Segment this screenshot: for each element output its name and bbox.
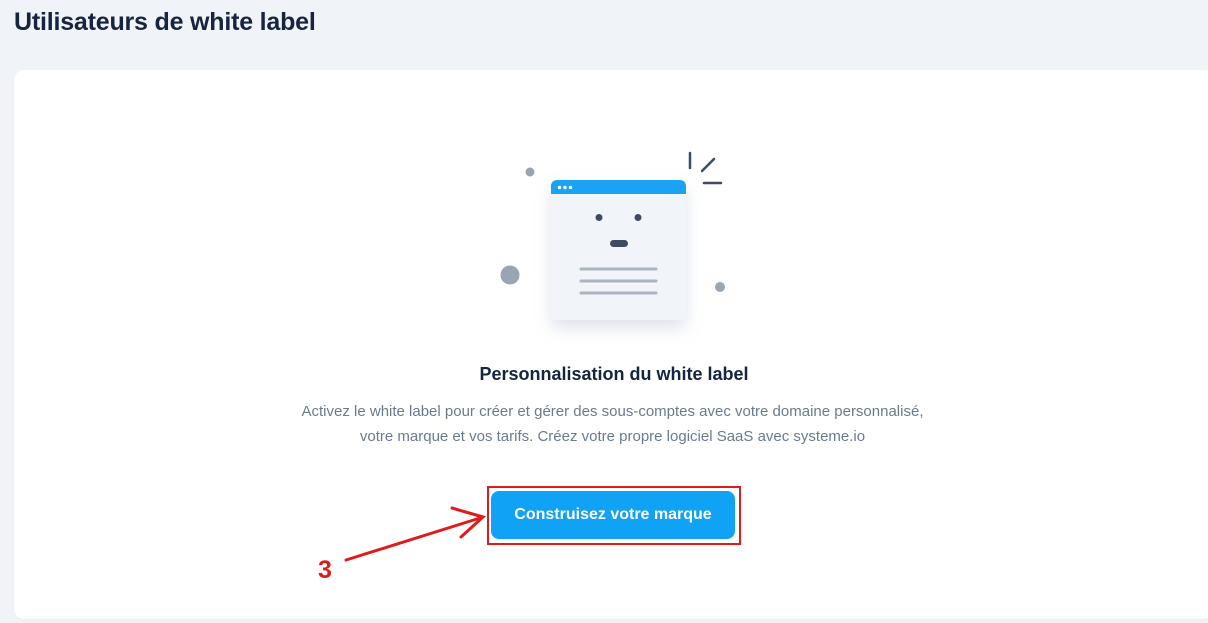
build-brand-button[interactable]: Construisez votre marque (491, 491, 735, 539)
decor-dot-icon (525, 167, 535, 177)
empty-state-title: Personnalisation du white label (479, 364, 749, 384)
page-title: Utilisateurs de white label (14, 8, 316, 36)
browser-window-illustration-icon (500, 151, 725, 320)
decor-dot-icon (715, 282, 725, 292)
annotation-step-number: 3 (318, 556, 332, 584)
browser-window-icon (551, 180, 686, 320)
sparkle-icon (688, 151, 723, 185)
empty-state-description: Activez le white label pour créer et gér… (301, 403, 924, 445)
decor-dot-icon (500, 265, 520, 285)
